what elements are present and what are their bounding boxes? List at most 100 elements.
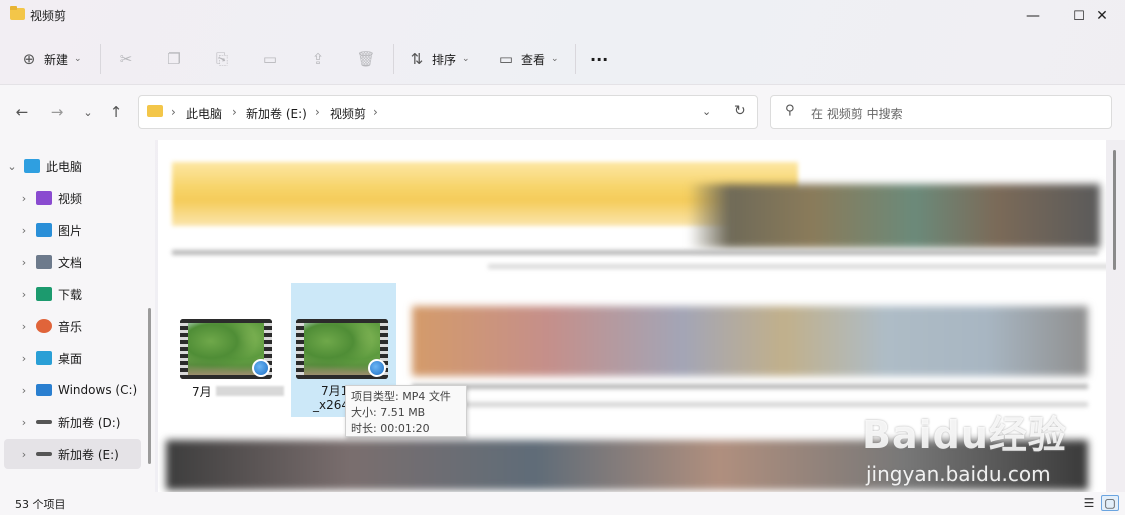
drive-c-icon bbox=[36, 384, 52, 396]
view-button[interactable]: ▭ 查看 ⌄ bbox=[497, 46, 559, 72]
share-button[interactable]: ⇪ bbox=[309, 46, 327, 72]
address-bar[interactable]: › 此电脑 › 新加卷 (E:) › 视频剪 › ⌄ ↻ bbox=[138, 95, 758, 129]
up-arrow-icon[interactable]: ↑ bbox=[105, 101, 127, 123]
recent-chevron-icon[interactable]: ⌄ bbox=[77, 101, 99, 123]
blurred-thumbnail-row bbox=[688, 184, 1100, 248]
sidebar-item-label: 音乐 bbox=[58, 319, 83, 334]
sidebar-item-label: 文档 bbox=[58, 255, 83, 270]
title-bar: 视频剪 — ☐ ✕ bbox=[0, 0, 1125, 32]
item-count: 53 个项目 bbox=[15, 498, 66, 511]
delete-button[interactable]: 🗑 bbox=[356, 46, 375, 72]
watermark-url: jingyan.baidu.com bbox=[866, 462, 1051, 486]
copy-button[interactable]: ❐ bbox=[165, 46, 183, 72]
video-thumbnail bbox=[296, 319, 388, 379]
chevron-right-icon[interactable]: › bbox=[16, 352, 32, 365]
sidebar-item-music[interactable]: › 音乐 bbox=[16, 311, 153, 341]
sidebar-item-videos[interactable]: › 视频 bbox=[16, 183, 153, 213]
new-label: 新建 bbox=[44, 52, 69, 67]
window-title: 视频剪 bbox=[30, 9, 67, 23]
new-button[interactable]: ⊕ 新建 ⌄ bbox=[20, 46, 82, 72]
sidebar-item-drive-c[interactable]: › Windows (C:) bbox=[16, 375, 153, 405]
sidebar-item-desktop[interactable]: › 桌面 bbox=[16, 343, 153, 373]
file-tile-video[interactable]: 7月 bbox=[172, 285, 284, 417]
blurred-label-row bbox=[488, 264, 1106, 269]
folder-icon bbox=[10, 6, 25, 20]
chevron-right-icon[interactable]: › bbox=[16, 224, 32, 237]
tiles-view-icon[interactable]: ▢ bbox=[1101, 495, 1119, 511]
chevron-right-icon[interactable]: › bbox=[16, 416, 32, 429]
chevron-right-icon[interactable]: › bbox=[16, 192, 32, 205]
chevron-right-icon[interactable]: › bbox=[16, 256, 32, 269]
history-chevron-icon[interactable]: ⌄ bbox=[702, 105, 711, 118]
document-icon bbox=[36, 255, 52, 269]
scissors-icon: ✂ bbox=[119, 50, 133, 68]
desktop-icon bbox=[36, 351, 52, 365]
sidebar-item-downloads[interactable]: › 下载 bbox=[16, 279, 153, 309]
breadcrumb-current-folder[interactable]: 视频剪 bbox=[330, 105, 366, 122]
more-button[interactable]: ··· bbox=[590, 46, 608, 72]
sidebar-item-label: 此电脑 bbox=[46, 159, 83, 174]
back-arrow-icon[interactable]: ← bbox=[11, 101, 33, 123]
view-icon: ▭ bbox=[498, 50, 514, 68]
sort-icon: ⇅ bbox=[410, 50, 424, 68]
chevron-down-icon: ⌄ bbox=[462, 54, 470, 64]
chevron-down-icon: ⌄ bbox=[551, 54, 559, 64]
sidebar-item-label: Windows (C:) bbox=[58, 383, 138, 397]
status-bar: 53 个项目 ☰ ▢ bbox=[0, 492, 1125, 515]
sidebar-scrollbar[interactable] bbox=[148, 308, 151, 464]
drive-e-icon bbox=[36, 452, 52, 456]
breadcrumb-separator-icon: › bbox=[315, 105, 320, 119]
paste-button[interactable]: ⎘ bbox=[213, 46, 231, 72]
sidebar-item-label: 下载 bbox=[58, 287, 83, 302]
tooltip-duration: 时长: 00:01:20 bbox=[351, 422, 430, 435]
sidebar-item-label: 新加卷 (D:) bbox=[58, 415, 121, 430]
breadcrumb-separator-icon: › bbox=[373, 105, 378, 119]
sidebar-item-this-pc[interactable]: ⌄ 此电脑 bbox=[4, 151, 141, 181]
search-placeholder[interactable]: 在 视频剪 中搜索 bbox=[811, 105, 903, 122]
picture-icon bbox=[36, 223, 52, 237]
sidebar-item-pictures[interactable]: › 图片 bbox=[16, 215, 153, 245]
computer-icon bbox=[24, 159, 40, 173]
sort-button[interactable]: ⇅ 排序 ⌄ bbox=[408, 46, 470, 72]
chevron-down-icon: ⌄ bbox=[74, 54, 82, 64]
chevron-right-icon[interactable]: › bbox=[16, 288, 32, 301]
blurred-label-row bbox=[172, 250, 1098, 255]
folder-icon bbox=[147, 105, 163, 117]
chevron-right-icon[interactable]: › bbox=[16, 320, 32, 333]
drive-d-icon bbox=[36, 420, 52, 424]
share-icon: ⇪ bbox=[311, 50, 325, 68]
tooltip-size: 大小: 7.51 MB bbox=[351, 406, 426, 419]
sidebar-item-label: 视频 bbox=[58, 191, 83, 206]
chevron-right-icon[interactable]: › bbox=[16, 448, 32, 461]
media-player-badge-icon bbox=[252, 359, 270, 377]
sort-label: 排序 bbox=[432, 52, 457, 67]
blurred-file-name bbox=[216, 386, 284, 396]
video-thumbnail bbox=[180, 319, 272, 379]
chevron-down-icon[interactable]: ⌄ bbox=[4, 160, 20, 173]
blurred-thumbnail-row bbox=[412, 306, 1088, 376]
details-view-icon[interactable]: ☰ bbox=[1080, 495, 1098, 511]
sidebar-item-drive-e[interactable]: › 新加卷 (E:) bbox=[4, 439, 141, 469]
rename-icon: ▭ bbox=[262, 50, 278, 68]
cut-button[interactable]: ✂ bbox=[117, 46, 135, 72]
sidebar-item-documents[interactable]: › 文档 bbox=[16, 247, 153, 277]
forward-arrow-icon[interactable]: → bbox=[46, 101, 68, 123]
plus-circle-icon: ⊕ bbox=[22, 50, 36, 68]
chevron-right-icon[interactable]: › bbox=[16, 384, 32, 397]
content-scrollbar[interactable] bbox=[1113, 150, 1116, 270]
file-info-tooltip: 项目类型: MP4 文件 大小: 7.51 MB 时长: 00:01:20 bbox=[345, 385, 467, 437]
minimize-button[interactable]: — bbox=[1010, 0, 1056, 32]
media-player-badge-icon bbox=[368, 359, 386, 377]
rename-button[interactable]: ▭ bbox=[261, 46, 279, 72]
breadcrumb-separator-icon: › bbox=[232, 105, 237, 119]
sidebar-item-drive-d[interactable]: › 新加卷 (D:) bbox=[16, 407, 153, 437]
sidebar-item-label: 新加卷 (E:) bbox=[58, 447, 119, 462]
breadcrumb-this-pc[interactable]: 此电脑 bbox=[186, 105, 222, 122]
breadcrumb-drive-e[interactable]: 新加卷 (E:) bbox=[246, 105, 307, 122]
refresh-icon[interactable]: ↻ bbox=[734, 103, 746, 119]
toolbar-separator bbox=[575, 44, 576, 74]
download-icon bbox=[36, 287, 52, 301]
tooltip-type: 项目类型: MP4 文件 bbox=[351, 390, 451, 403]
close-button[interactable]: ✕ bbox=[1079, 0, 1125, 32]
search-box[interactable]: ⚲ 在 视频剪 中搜索 bbox=[770, 95, 1112, 129]
